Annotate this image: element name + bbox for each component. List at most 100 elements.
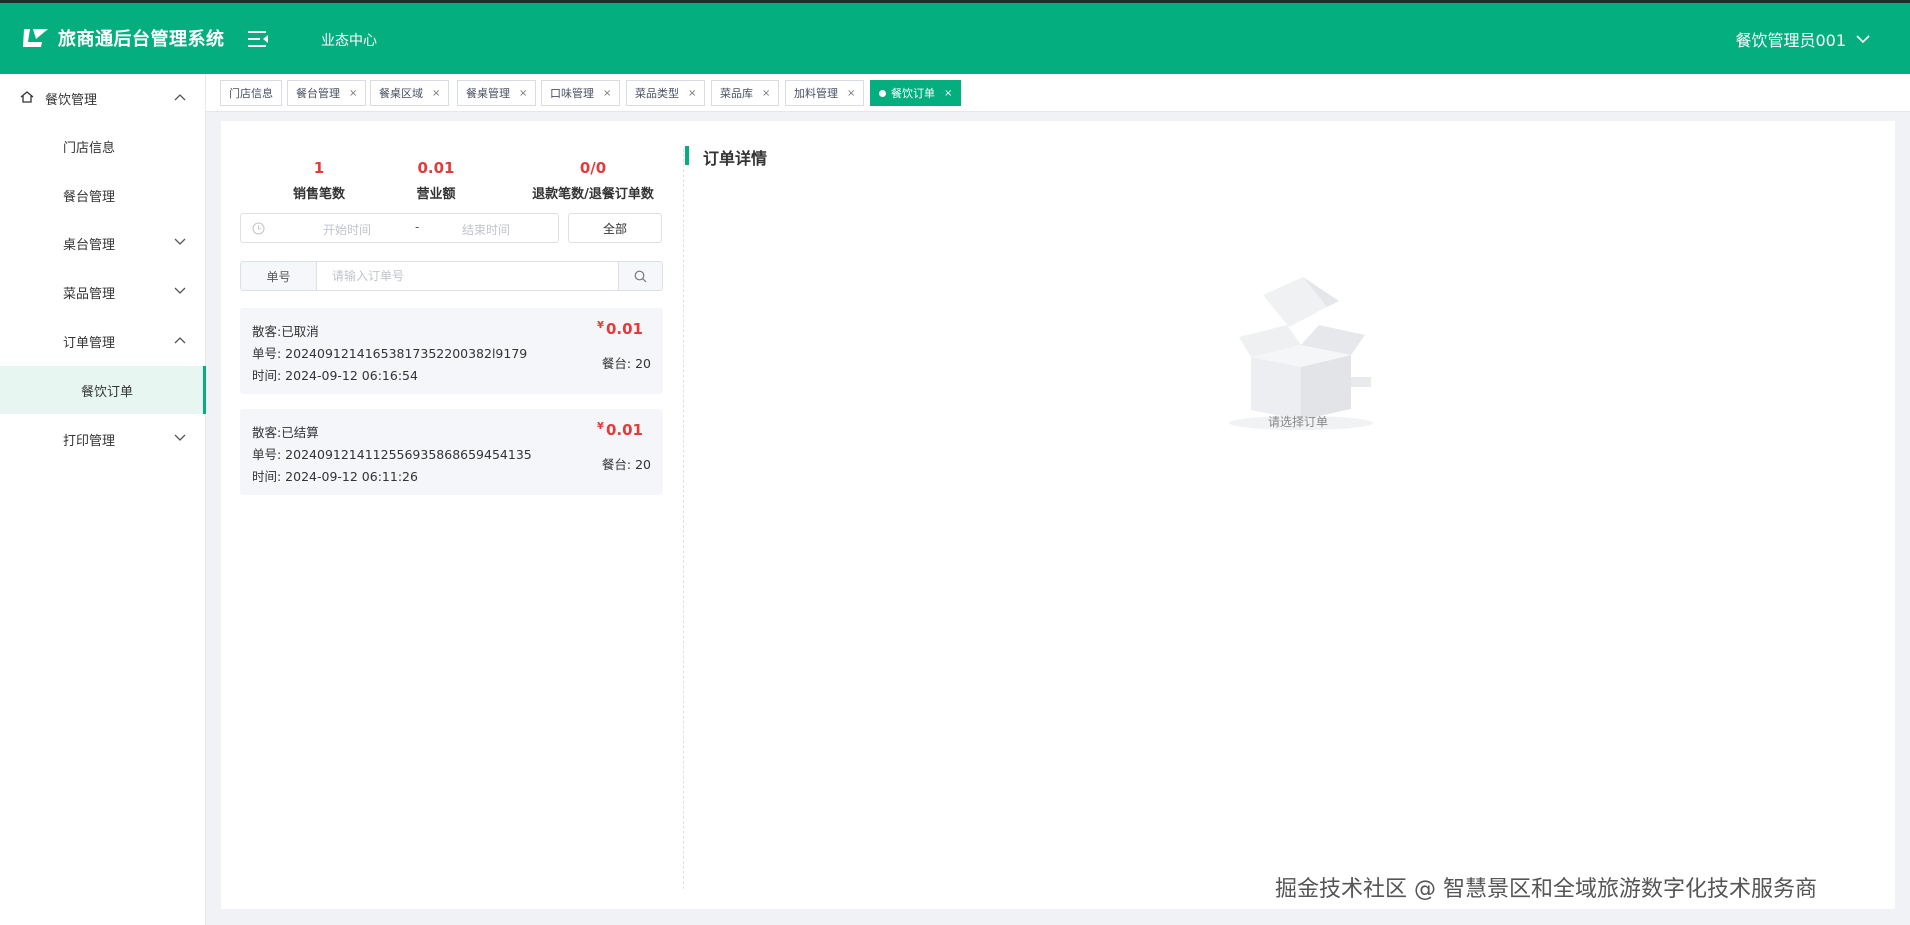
sidebar-item-print[interactable]: 打印管理 [0, 415, 206, 463]
main-content: 1 销售笔数 0.01 营业额 0/0 退款笔数/退餐订单数 开始时间 - 结束… [221, 121, 1895, 909]
tab-table-manage[interactable]: 餐桌管理 × [457, 80, 537, 106]
chevron-down-icon [174, 434, 186, 441]
start-time-input[interactable]: 开始时间 [323, 221, 371, 238]
currency-symbol: ¥ [597, 421, 604, 432]
tabs-bar: 门店信息 餐台管理 × 餐桌区域 × 餐桌管理 × 口味管理 × 菜品类型 × … [206, 74, 1910, 112]
home-icon [20, 91, 34, 103]
chevron-down-icon [174, 287, 186, 294]
order-search: 单号 [240, 261, 663, 291]
tab-label: 加料管理 [794, 87, 838, 100]
active-dot-icon [879, 89, 886, 97]
sidebar-item-label: 桌台管理 [63, 237, 116, 253]
tab-counter[interactable]: 餐台管理 × [287, 80, 367, 106]
stat-value: 1 [313, 159, 325, 177]
chevron-down-icon [1856, 35, 1870, 44]
search-button[interactable] [618, 262, 662, 290]
user-menu[interactable]: 餐饮管理员001 [1735, 27, 1870, 51]
close-icon[interactable]: × [519, 88, 527, 99]
app-logo[interactable]: 旅商通后台管理系统 [22, 25, 225, 51]
order-table: 餐台: 20 [601, 356, 651, 371]
close-icon[interactable]: × [762, 88, 770, 99]
title-accent-bar [685, 146, 689, 165]
close-icon[interactable]: × [349, 88, 357, 99]
tab-label: 餐饮订单 [891, 87, 935, 100]
order-number-input[interactable] [318, 262, 618, 290]
date-range-picker[interactable]: 开始时间 - 结束时间 [240, 213, 559, 243]
tab-store-info[interactable]: 门店信息 [220, 80, 282, 106]
order-card[interactable]: 散客:已取消 单号: 20240912141653817352200382l91… [240, 308, 663, 394]
all-filter-button[interactable]: 全部 [568, 213, 662, 243]
search-icon [634, 270, 647, 282]
date-separator: - [415, 220, 420, 234]
tab-label: 餐桌区域 [379, 87, 423, 100]
sidebar-item-label: 餐饮订单 [81, 384, 134, 400]
tab-flavor[interactable]: 口味管理 × [541, 80, 621, 106]
sidebar-item-store-info[interactable]: 门店信息 [0, 122, 206, 170]
sidebar-item-catering[interactable]: 餐饮管理 [0, 74, 206, 122]
tab-label: 菜品库 [720, 87, 753, 100]
amount-value: 0.01 [605, 421, 643, 439]
close-icon[interactable]: × [688, 88, 696, 99]
sidebar-item-dishes[interactable]: 菜品管理 [0, 268, 206, 316]
sidebar-item-label: 餐台管理 [63, 189, 116, 205]
top-header: 旅商通后台管理系统 业态中心 餐饮管理员001 [0, 0, 1910, 74]
sidebar-item-label: 门店信息 [63, 140, 116, 156]
chevron-up-icon [174, 337, 186, 344]
empty-box-icon [1229, 277, 1373, 430]
order-time: 时间: 2024-09-12 06:16:54 [252, 368, 418, 383]
chevron-down-icon [174, 238, 186, 245]
user-name: 餐饮管理员001 [1735, 31, 1846, 50]
sidebar-item-label: 订单管理 [63, 335, 116, 351]
currency-symbol: ¥ [597, 320, 604, 331]
sidebar-item-counter[interactable]: 餐台管理 [0, 171, 206, 219]
close-icon[interactable]: × [944, 88, 952, 99]
stat-label: 营业额 [416, 187, 456, 202]
order-customer-status: 散客:已结算 [252, 425, 319, 440]
tab-label: 餐台管理 [296, 87, 340, 100]
order-customer-status: 散客:已取消 [252, 324, 319, 339]
stat-refunds: 0/0 退款笔数/退餐订单数 [503, 159, 683, 202]
end-time-input[interactable]: 结束时间 [462, 221, 510, 238]
empty-state-text: 请选择订单 [1267, 415, 1328, 429]
sidebar-item-label: 打印管理 [63, 433, 116, 449]
stat-revenue: 0.01 营业额 [386, 159, 486, 202]
stat-label: 退款笔数/退餐订单数 [532, 187, 654, 202]
order-table: 餐台: 20 [601, 457, 651, 472]
tab-label: 口味管理 [550, 87, 594, 100]
tab-label: 餐桌管理 [466, 87, 510, 100]
search-prefix-label: 单号 [241, 262, 317, 290]
order-amount: ¥0.01 [597, 421, 643, 439]
sidebar-item-catering-orders[interactable]: 餐饮订单 [0, 366, 206, 414]
tab-extras[interactable]: 加料管理 × [785, 80, 865, 106]
close-icon[interactable]: × [847, 88, 855, 99]
amount-value: 0.01 [605, 320, 643, 338]
nav-business-center[interactable]: 业态中心 [321, 30, 377, 50]
sidebar-item-label: 餐饮管理 [45, 92, 98, 108]
order-number: 单号: 20240912141653817352200382l9179 [252, 346, 528, 361]
stat-value: 0/0 [579, 159, 607, 177]
tab-dish-library[interactable]: 菜品库 × [711, 80, 780, 106]
sidebar-item-label: 菜品管理 [63, 286, 116, 302]
panel-divider [683, 149, 684, 889]
tab-table-area[interactable]: 餐桌区域 × [370, 80, 450, 106]
order-amount: ¥0.01 [597, 320, 643, 338]
menu-fold-icon[interactable] [248, 30, 270, 48]
order-time: 时间: 2024-09-12 06:11:26 [252, 469, 418, 484]
sidebar-item-orders[interactable]: 订单管理 [0, 317, 206, 365]
logo-icon [23, 29, 48, 47]
sidebar-item-tables[interactable]: 桌台管理 [0, 219, 206, 267]
watermark: 掘金技术社区 @ 智慧景区和全域旅游数字化技术服务商 [1275, 877, 1817, 902]
close-icon[interactable]: × [432, 88, 440, 99]
tab-catering-orders[interactable]: 餐饮订单 × [870, 80, 962, 106]
tab-dish-type[interactable]: 菜品类型 × [626, 80, 706, 106]
app-title: 旅商通后台管理系统 [58, 29, 225, 50]
close-icon[interactable]: × [603, 88, 611, 99]
stat-value: 0.01 [417, 159, 455, 177]
order-number: 单号: 20240912141125569358686594541​35 [252, 447, 532, 462]
tab-label: 门店信息 [229, 87, 273, 100]
order-card[interactable]: 散客:已结算 单号: 20240912141125569358686594541… [240, 409, 663, 495]
clock-icon [252, 222, 265, 235]
chevron-up-icon [174, 94, 186, 101]
sidebar: 餐饮管理 门店信息 餐台管理 桌台管理 菜品管理 订单管理 餐饮订单 打印管理 [0, 74, 206, 925]
stat-label: 销售笔数 [292, 187, 345, 202]
